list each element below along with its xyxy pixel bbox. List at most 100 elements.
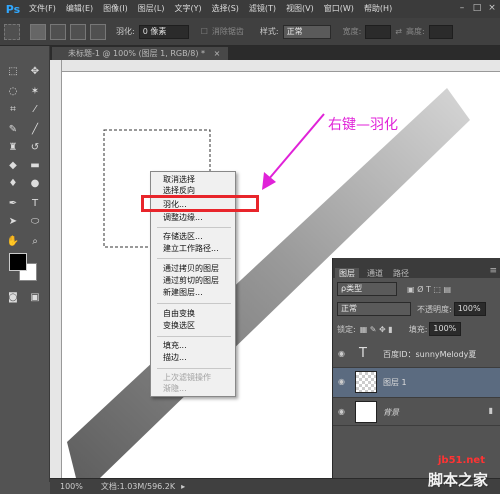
menu-help[interactable]: 帮助(H) (359, 0, 397, 18)
feather-highlight-box (141, 195, 259, 212)
quick-mask-icon[interactable]: ◙ (4, 290, 22, 306)
lock-icon: ▮ (488, 406, 493, 415)
filter-icons[interactable]: ▣ Ø T ⬚ ▤ (407, 285, 451, 294)
width-input[interactable] (365, 24, 392, 39)
menu-separator (157, 368, 231, 369)
menu-refine-edge[interactable]: 调整边缘... (163, 213, 203, 223)
visibility-eye-icon[interactable]: ◉ (338, 377, 345, 386)
opacity-input[interactable]: 100% (453, 302, 486, 316)
menu-fill[interactable]: 填充... (163, 341, 187, 351)
watermark-site: jb51.net (438, 455, 485, 466)
marquee-tool-preset-icon[interactable] (4, 23, 20, 40)
blend-mode-select[interactable]: 正常 (337, 302, 411, 316)
close-icon[interactable]: × (486, 2, 498, 14)
menu-stroke[interactable]: 描边... (163, 353, 187, 363)
menu-filter[interactable]: 滤镜(T) (244, 0, 281, 18)
history-brush-icon[interactable]: ↺ (26, 140, 44, 156)
zoom-level[interactable]: 100% (60, 482, 83, 491)
menu-window[interactable]: 窗口(W) (319, 0, 359, 18)
height-label: 高度: (405, 27, 425, 36)
status-arrow-icon[interactable]: ▸ (181, 482, 185, 491)
vertical-ruler (50, 60, 62, 478)
layer-thumbnail (355, 371, 377, 393)
layer-row-selected[interactable]: ◉ 图层 1 (333, 368, 500, 398)
menu-make-work-path[interactable]: 建立工作路径... (163, 244, 219, 254)
shape-tool-icon[interactable]: ⬭ (26, 214, 44, 230)
annotation-arrow-head (262, 172, 276, 190)
lock-icons[interactable]: ▦ ✎ ✥ ▮ (360, 325, 393, 334)
eraser-icon[interactable]: ◆ (4, 158, 22, 174)
gradient-tool-icon[interactable]: ▬ (26, 158, 44, 174)
subtract-selection-icon[interactable] (70, 23, 86, 40)
watermark-name: 脚本之家 (428, 471, 489, 489)
type-tool-icon[interactable]: T (26, 196, 44, 212)
opacity-label: 不透明度: (417, 304, 452, 314)
toolbox: ⬚ ✥ ◌ ✶ ⌗ ⁄ ✎ ╱ ♜ ↺ ◆ ▬ ♦ ● ✒ T ➤ ⬭ ✋ ⌕ … (0, 46, 50, 482)
foreground-color-swatch[interactable] (9, 253, 27, 271)
photoshop-logo: Ps (5, 2, 21, 16)
close-tab-icon[interactable]: × (214, 49, 221, 58)
crop-tool-icon[interactable]: ⌗ (4, 102, 22, 118)
horizontal-ruler (62, 60, 500, 72)
maximize-icon[interactable]: □ (471, 2, 483, 14)
menu-image[interactable]: 图像(I) (98, 0, 133, 18)
antialias-checkbox[interactable]: ☐ (201, 27, 208, 36)
visibility-eye-icon[interactable]: ◉ (338, 349, 345, 358)
menu-file[interactable]: 文件(F) (24, 0, 61, 18)
move-tool-icon[interactable]: ✥ (26, 64, 44, 80)
panel-menu-icon[interactable]: ≡ (489, 266, 497, 276)
dodge-tool-icon[interactable]: ● (26, 176, 44, 192)
menu-bar: Ps 文件(F) 编辑(E) 图像(I) 图层(L) 文字(Y) 选择(S) 滤… (0, 0, 500, 18)
blur-tool-icon[interactable]: ♦ (4, 176, 22, 192)
document-tab[interactable]: 未标题-1 @ 100% (图层 1, RGB/8) * × (52, 47, 229, 60)
intersect-selection-icon[interactable] (90, 23, 106, 40)
menu-last-filter: 上次滤镜操作 (163, 373, 211, 382)
magic-wand-icon[interactable]: ✶ (26, 84, 44, 100)
layer-row-text[interactable]: ◉ T 百度ID：sunnyMelody夏 (333, 340, 500, 368)
menu-layer-via-copy[interactable]: 通过拷贝的图层 (163, 264, 219, 274)
menu-transform-selection[interactable]: 变换选区 (163, 321, 195, 331)
new-selection-icon[interactable] (30, 23, 46, 40)
zoom-tool-icon[interactable]: ⌕ (26, 234, 44, 250)
feather-input[interactable]: 0 像素 (138, 24, 189, 39)
lasso-tool-icon[interactable]: ◌ (4, 84, 22, 100)
swap-icon[interactable]: ⇄ (395, 27, 402, 36)
fill-label: 填充: (408, 324, 428, 334)
pen-tool-icon[interactable]: ✒ (4, 196, 22, 212)
menu-view[interactable]: 视图(V) (281, 0, 319, 18)
menu-layer-via-cut[interactable]: 通过剪切的图层 (163, 276, 219, 286)
menu-save-selection[interactable]: 存储选区... (163, 232, 203, 242)
eyedropper-icon[interactable]: ⁄ (26, 102, 44, 118)
tab-channels[interactable]: 通道 (363, 268, 387, 280)
annotation-text: 右键—羽化 (328, 117, 398, 133)
document-title: 未标题-1 @ 100% (图层 1, RGB/8) * (68, 49, 206, 58)
layer-filter-select[interactable]: ρ类型 (337, 282, 397, 296)
menu-deselect[interactable]: 取消选择 (163, 175, 195, 185)
menu-separator (157, 303, 231, 304)
menu-type[interactable]: 文字(Y) (169, 0, 206, 18)
menu-free-transform[interactable]: 自由变换 (163, 309, 195, 319)
clone-stamp-icon[interactable]: ♜ (4, 140, 22, 156)
marquee-tool-icon[interactable]: ⬚ (4, 64, 22, 80)
healing-brush-icon[interactable]: ✎ (4, 122, 22, 138)
menu-separator (157, 258, 231, 259)
fill-input[interactable]: 100% (429, 322, 462, 336)
brush-tool-icon[interactable]: ╱ (26, 122, 44, 138)
height-input[interactable] (428, 24, 453, 39)
menu-layer[interactable]: 图层(L) (133, 0, 170, 18)
menu-edit[interactable]: 编辑(E) (61, 0, 98, 18)
style-select[interactable]: 正常 (282, 24, 331, 39)
visibility-eye-icon[interactable]: ◉ (338, 407, 345, 416)
path-select-icon[interactable]: ➤ (4, 214, 22, 230)
menu-new-layer[interactable]: 新建图层... (163, 288, 203, 298)
document-tab-bar: 未标题-1 @ 100% (图层 1, RGB/8) * × (50, 46, 500, 60)
tab-paths[interactable]: 路径 (389, 268, 413, 280)
hand-tool-icon[interactable]: ✋ (4, 234, 22, 250)
layer-name: 背景 (383, 408, 399, 417)
layer-row-background[interactable]: ◉ 背景 ▮ (333, 398, 500, 426)
minimize-icon[interactable]: – (456, 2, 468, 14)
menu-select[interactable]: 选择(S) (207, 0, 244, 18)
tab-layers[interactable]: 图层 (335, 268, 359, 280)
add-selection-icon[interactable] (50, 23, 66, 40)
screen-mode-icon[interactable]: ▣ (26, 290, 44, 306)
